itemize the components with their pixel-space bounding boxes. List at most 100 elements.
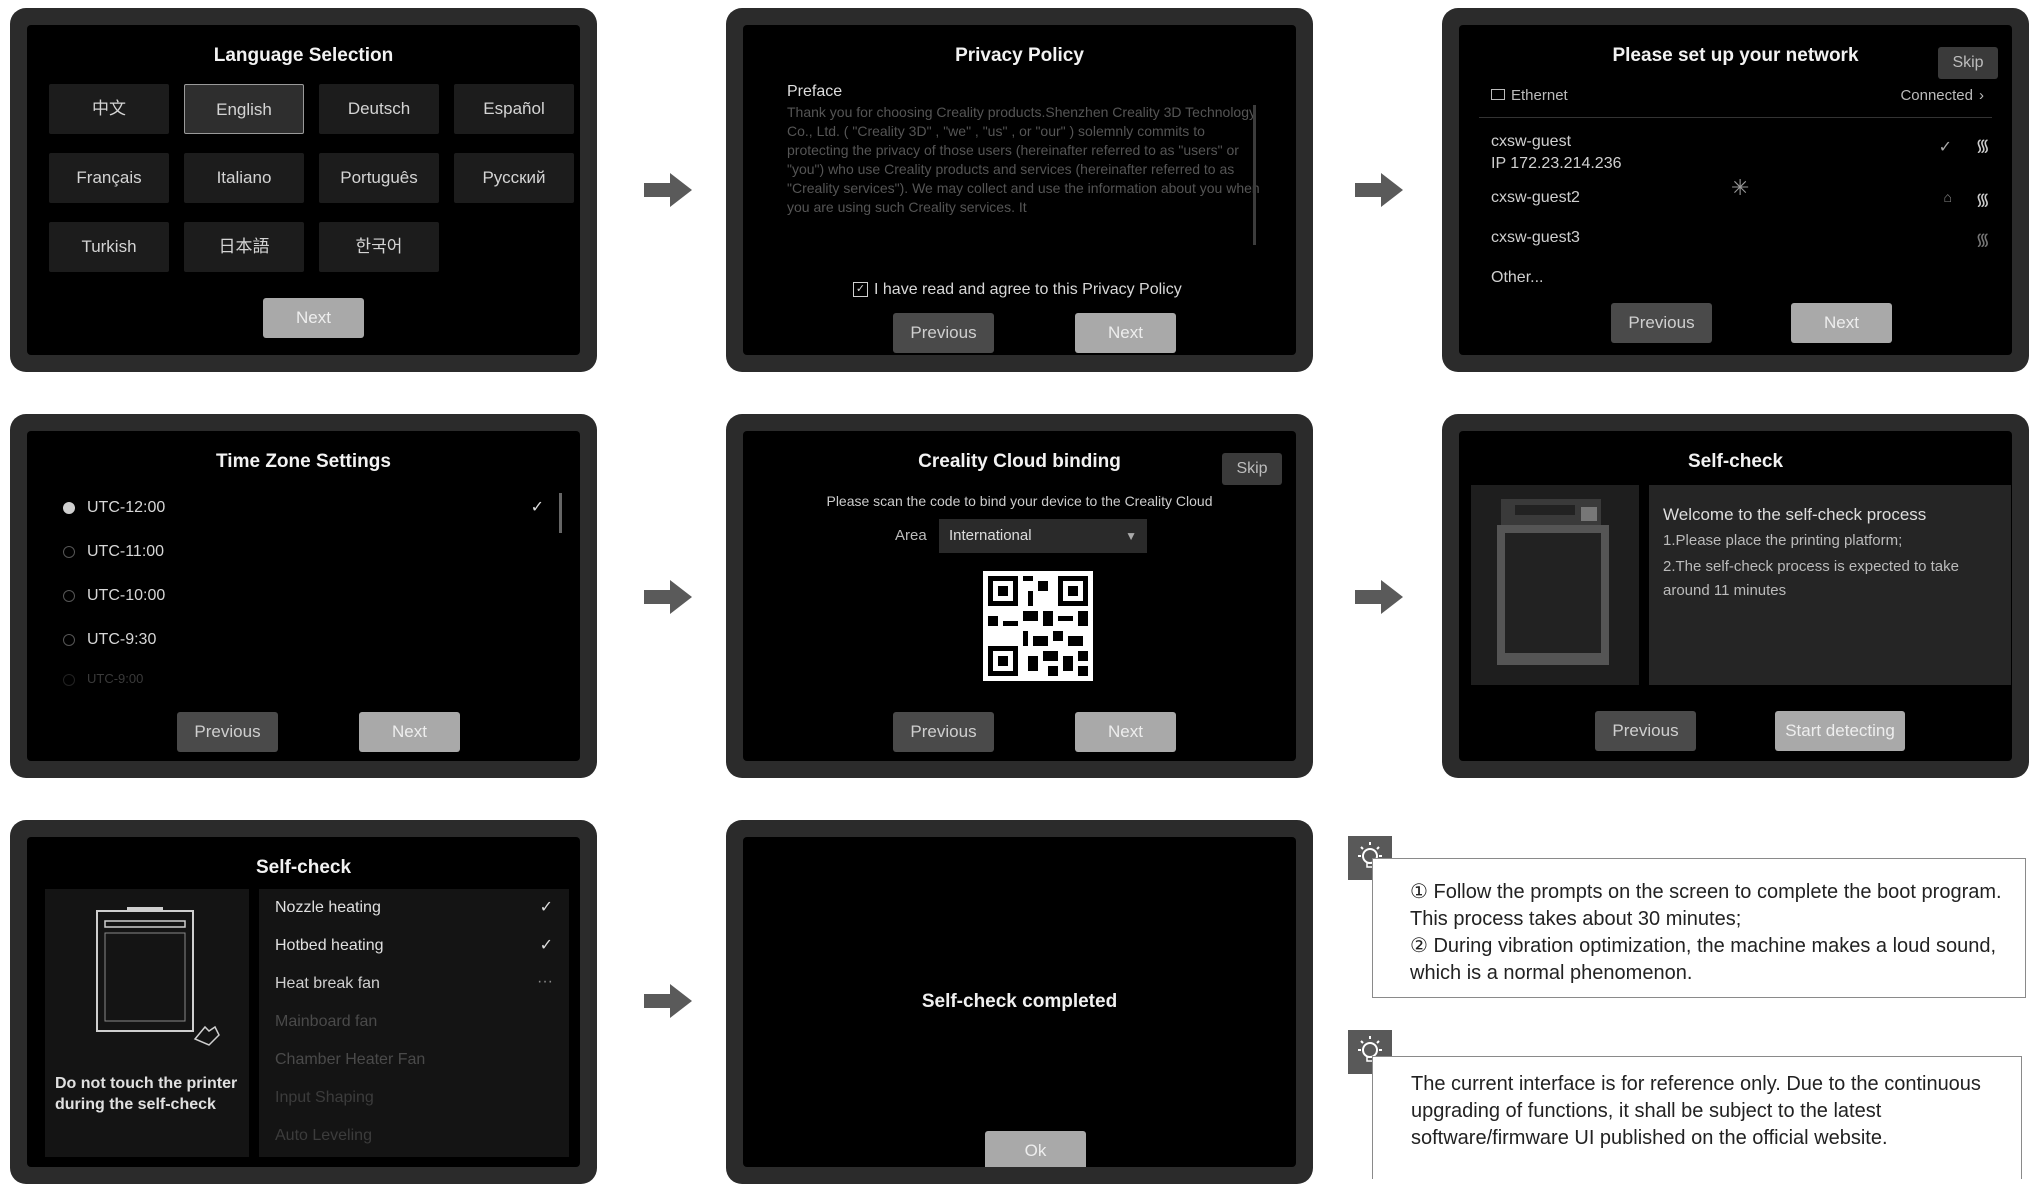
privacy-title: Privacy Policy (955, 45, 1084, 66)
monitor-icon (1491, 89, 1505, 100)
wifi-network-item[interactable]: cxsw-guest3 (1491, 229, 1580, 247)
wifi-signal-icon: ᯾ (1975, 190, 1990, 209)
privacy-agree-label: I have read and agree to this Privacy Po… (874, 281, 1182, 298)
lock-icon: ⌂ (1943, 189, 1952, 205)
selfcheck-item: Hotbed heating (275, 937, 384, 954)
radio-icon[interactable] (63, 545, 75, 558)
language-option-german[interactable]: Deutsch (319, 84, 439, 134)
arrow-right-icon (1355, 580, 1403, 614)
timezone-scrollbar[interactable] (559, 493, 562, 533)
divider (1479, 117, 1992, 118)
dropdown-triangle-icon: ▼ (1125, 529, 1137, 543)
arrow-right-icon (644, 580, 692, 614)
selfcheck-step-1: 1.Please place the printing platform; (1663, 532, 1903, 549)
wifi-other-item[interactable]: Other... (1491, 269, 1543, 287)
timezone-label: UTC-10:00 (87, 587, 166, 604)
tip-text-1: ① Follow the prompts on the screen to co… (1410, 881, 2002, 930)
wifi-ssid: cxsw-guest2 (1491, 189, 1580, 206)
tip-box-boot-program: ① Follow the prompts on the screen to co… (1372, 858, 2026, 998)
language-option-spanish[interactable]: Español (454, 84, 574, 134)
connected-check-icon: ✓ (1938, 139, 1952, 156)
radio-icon[interactable] (63, 589, 75, 602)
selfcheck-title: Self-check (255, 857, 352, 878)
radio-icon[interactable] (63, 673, 75, 686)
timezone-label: UTC-9:00 (87, 671, 144, 686)
screen-network-inner: Please set up your network Skip Ethernet… (1459, 25, 2012, 355)
language-option-chinese[interactable]: 中文 (49, 84, 169, 134)
selfcheck-welcome: Welcome to the self-check process (1663, 505, 1927, 524)
ethernet-label: Ethernet (1511, 87, 1568, 104)
next-button[interactable]: Next (1075, 313, 1176, 353)
radio-selected-icon[interactable] (63, 501, 75, 514)
screen-timezone-inner: Time Zone Settings UTC-12:00 ✓ UTC-11:00… (27, 431, 580, 761)
loading-spinner-icon: ✳ (1731, 175, 1750, 200)
wifi-ip-address: IP 172.23.214.236 (1491, 155, 1622, 172)
language-title: Language Selection (213, 45, 394, 66)
screen-cloud-inner: Creality Cloud binding Skip Please scan … (743, 431, 1296, 761)
checkbox-checked-icon[interactable]: ✓ (853, 282, 868, 298)
privacy-preface-heading: Preface (787, 83, 843, 100)
ethernet-status-label: Connected (1900, 87, 1973, 104)
ethernet-status[interactable]: Connected › (1900, 87, 1984, 104)
next-button[interactable]: Next (263, 298, 364, 338)
privacy-scrollbar[interactable] (1253, 105, 1256, 245)
printer-illustration (1497, 499, 1609, 665)
tip-box-reference-only: The current interface is for reference o… (1372, 1056, 2022, 1179)
next-button[interactable]: Next (1075, 712, 1176, 752)
printer-image-panel (1471, 485, 1639, 685)
qr-code (983, 571, 1093, 681)
screen-language-inner: Language Selection 中文 English Deutsch Es… (27, 25, 580, 355)
privacy-body-text: Thank you for choosing Creality products… (787, 104, 1260, 215)
language-option-turkish[interactable]: Turkish (49, 222, 169, 272)
language-option-english[interactable]: English (184, 84, 304, 134)
tip-text-3: The current interface is for reference o… (1411, 1073, 1981, 1149)
selected-check-icon: ✓ (530, 499, 544, 516)
wifi-network-item[interactable]: cxsw-guest2 (1491, 189, 1580, 207)
previous-button[interactable]: Previous (177, 712, 278, 752)
selfcheck-items-panel: Nozzle heating ✓ Hotbed heating ✓ Heat b… (259, 889, 569, 1157)
ethernet-row[interactable]: Ethernet (1491, 87, 1568, 104)
next-button[interactable]: Next (359, 712, 460, 752)
chevron-right-icon: › (1979, 87, 1984, 104)
tip-text-2: ② During vibration optimization, the mac… (1410, 935, 1997, 984)
wifi-signal-icon: ᯾ (1975, 230, 1990, 249)
selfcheck-item: Auto Leveling (275, 1127, 372, 1144)
previous-button[interactable]: Previous (1595, 711, 1696, 751)
screen-network-setup: Please set up your network Skip Ethernet… (1442, 8, 2029, 372)
tip-border (1372, 858, 1373, 998)
arrow-right-icon (644, 173, 692, 207)
area-dropdown[interactable]: International ▼ (939, 519, 1147, 553)
selfcheck-warning-text: Do not touch the printer during the self… (55, 1075, 238, 1113)
area-value: International (949, 527, 1032, 544)
language-option-portuguese[interactable]: Português (319, 153, 439, 203)
timezone-option[interactable]: UTC-11:00 (63, 543, 164, 561)
printer-outline-illustration (96, 907, 220, 1046)
screen-selfcheck-done-inner: Self-check completed Ok (743, 837, 1296, 1167)
timezone-label: UTC-12:00 (87, 499, 166, 516)
timezone-option[interactable]: UTC-12:00 (63, 499, 165, 517)
selfcheck-title: Self-check (1687, 451, 1784, 472)
privacy-agree-row[interactable]: ✓ I have read and agree to this Privacy P… (853, 281, 1182, 299)
previous-button[interactable]: Previous (1611, 303, 1712, 343)
start-detecting-button[interactable]: Start detecting (1775, 711, 1905, 751)
skip-button[interactable]: Skip (1222, 453, 1282, 485)
ok-button[interactable]: Ok (985, 1131, 1086, 1167)
language-option-korean[interactable]: 한국어 (319, 222, 439, 272)
screen-selfcheck-run-inner: Self-check Do not touch the printer duri… (27, 837, 580, 1167)
timezone-option[interactable]: UTC-9:00 (63, 671, 143, 686)
radio-icon[interactable] (63, 633, 75, 646)
wifi-network-item[interactable]: cxsw-guest IP 172.23.214.236 (1491, 131, 1622, 175)
timezone-title: Time Zone Settings (216, 451, 391, 472)
previous-button[interactable]: Previous (893, 712, 994, 752)
language-option-russian[interactable]: Русский (454, 153, 574, 203)
selfcheck-item: Heat break fan (275, 975, 380, 992)
timezone-option[interactable]: UTC-10:00 (63, 587, 165, 605)
previous-button[interactable]: Previous (893, 313, 994, 353)
language-option-italian[interactable]: Italiano (184, 153, 304, 203)
next-button[interactable]: Next (1791, 303, 1892, 343)
selfcheck-completed-message: Self-check completed (921, 991, 1118, 1012)
skip-button[interactable]: Skip (1938, 47, 1998, 79)
language-option-french[interactable]: Français (49, 153, 169, 203)
language-option-japanese[interactable]: 日本語 (184, 222, 304, 272)
timezone-option[interactable]: UTC-9:30 (63, 631, 156, 649)
